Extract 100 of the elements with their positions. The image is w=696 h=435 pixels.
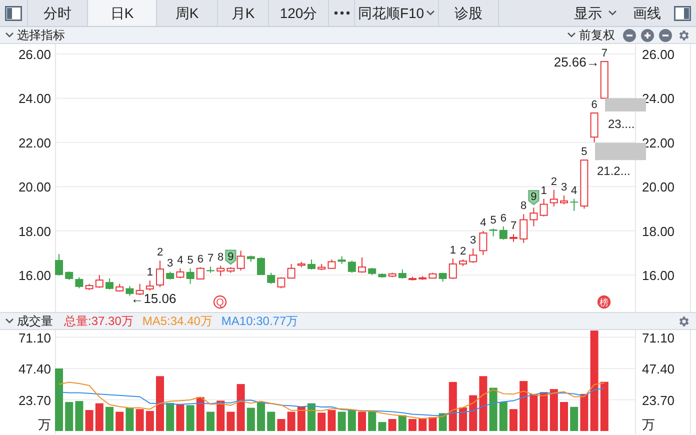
indicator-selector[interactable]: 选择指标 [5, 26, 65, 44]
count-label: 1 [540, 184, 547, 197]
axis-label: 22.00 [18, 135, 51, 150]
volume-bar [126, 408, 134, 431]
volume-bar [166, 402, 174, 431]
count-label: 2 [156, 246, 164, 259]
volume-bar [75, 401, 84, 431]
axis-label: 26.00 [18, 47, 51, 62]
axis-label: 23.70 [18, 392, 51, 408]
volume-bar [408, 419, 416, 431]
axis-label: 16.00 [642, 268, 675, 283]
volume-bar [257, 402, 265, 431]
volume-bar [368, 410, 376, 431]
candlestick [530, 207, 538, 227]
minus-circle-icon[interactable] [623, 28, 636, 42]
candlestick [489, 228, 498, 237]
volume-bar [520, 381, 528, 431]
candlestick [216, 265, 225, 277]
candlestick [328, 259, 336, 270]
toolbar-button[interactable]: 显示 [566, 0, 625, 26]
count-label: 1 [450, 244, 456, 256]
axis-label: 24.00 [18, 91, 51, 106]
settings-icon[interactable] [677, 314, 690, 328]
candlestick [368, 267, 376, 276]
candlestick [540, 198, 548, 217]
toolbar-button[interactable]: 画线 [625, 0, 669, 26]
candlestick [95, 274, 104, 288]
volume-bar [65, 402, 74, 431]
candlestick [560, 194, 568, 205]
count-label: 6 [197, 253, 204, 266]
volume-bar [378, 422, 386, 431]
count-badge: 9 [225, 250, 236, 265]
candlestick [600, 61, 608, 99]
volume-bar [176, 404, 184, 431]
axis-label: 16.00 [18, 268, 51, 283]
axis-label: 18.00 [18, 224, 51, 239]
axis-label: 47.40 [18, 362, 51, 376]
dots-icon [334, 11, 350, 15]
event-marker[interactable]: 榜 [597, 295, 611, 309]
count-label: 7 [207, 252, 214, 265]
toolbar-button[interactable]: 同花顺F10 [354, 0, 438, 26]
count-label: 2 [550, 176, 557, 188]
volume-bar [459, 407, 467, 431]
volume-bar [510, 409, 518, 431]
volume-bar [328, 410, 336, 431]
count-label: 8 [218, 252, 224, 264]
count-label: 5 [490, 214, 496, 227]
axis-label: 71.10 [642, 330, 675, 346]
minus-circle-icon[interactable] [659, 28, 672, 42]
axis-label: 47.40 [642, 362, 675, 376]
candlestick [418, 276, 427, 280]
volume-bar [530, 394, 538, 431]
candlestick [136, 283, 144, 296]
legend-value: MA10:30.77万 [221, 313, 298, 330]
axis-label: 71.10 [18, 330, 51, 346]
count-label: 3 [470, 234, 476, 246]
axis-label: 23.70 [642, 392, 675, 408]
count-label: 3 [167, 258, 174, 270]
settings-icon[interactable] [677, 28, 690, 42]
unit-label: 万 [38, 417, 51, 432]
candlestick [267, 272, 276, 284]
volume-bar [267, 412, 276, 431]
volume-bar [277, 419, 286, 431]
volume-bar [226, 412, 235, 431]
candlestick [318, 263, 326, 271]
candlestick [448, 258, 457, 280]
candlestick [590, 112, 598, 143]
toolbar-button[interactable]: 诊股 [438, 0, 498, 26]
plus-circle-icon[interactable] [641, 28, 654, 42]
event-marker[interactable]: Q [213, 295, 227, 309]
candlestick [459, 259, 467, 267]
volume-bar [418, 418, 427, 431]
count-label: 6 [591, 99, 598, 111]
volume-bar [116, 412, 124, 431]
volume-bar [206, 412, 214, 431]
candlestick [65, 270, 74, 280]
candlestick [438, 272, 447, 282]
candlestick [236, 250, 245, 272]
candlestick [196, 266, 204, 280]
axis-label: 18.00 [642, 224, 675, 239]
volume-bar [156, 376, 164, 431]
candlestick [398, 268, 406, 280]
volume-bar [580, 394, 588, 431]
count-label: 4 [480, 216, 486, 229]
count-badge: 9 [528, 190, 540, 206]
volume-indicator-selector[interactable]: 成交量 [5, 312, 53, 330]
volume-bar [106, 406, 114, 431]
candlestick [358, 256, 366, 274]
volume-bar [570, 406, 578, 431]
candlestick [580, 160, 588, 210]
period-tab[interactable]: 日K [87, 0, 156, 26]
adjustment-dropdown[interactable]: 前复权 [567, 26, 615, 44]
candlestick [287, 263, 296, 280]
candlestick [75, 276, 84, 289]
candlestick [55, 254, 63, 276]
count-label: 3 [560, 181, 568, 194]
caret-icon [567, 32, 576, 38]
candlestick [408, 276, 416, 282]
count-label: 5 [581, 146, 588, 158]
high-price-label: 25.66→ [554, 54, 600, 70]
